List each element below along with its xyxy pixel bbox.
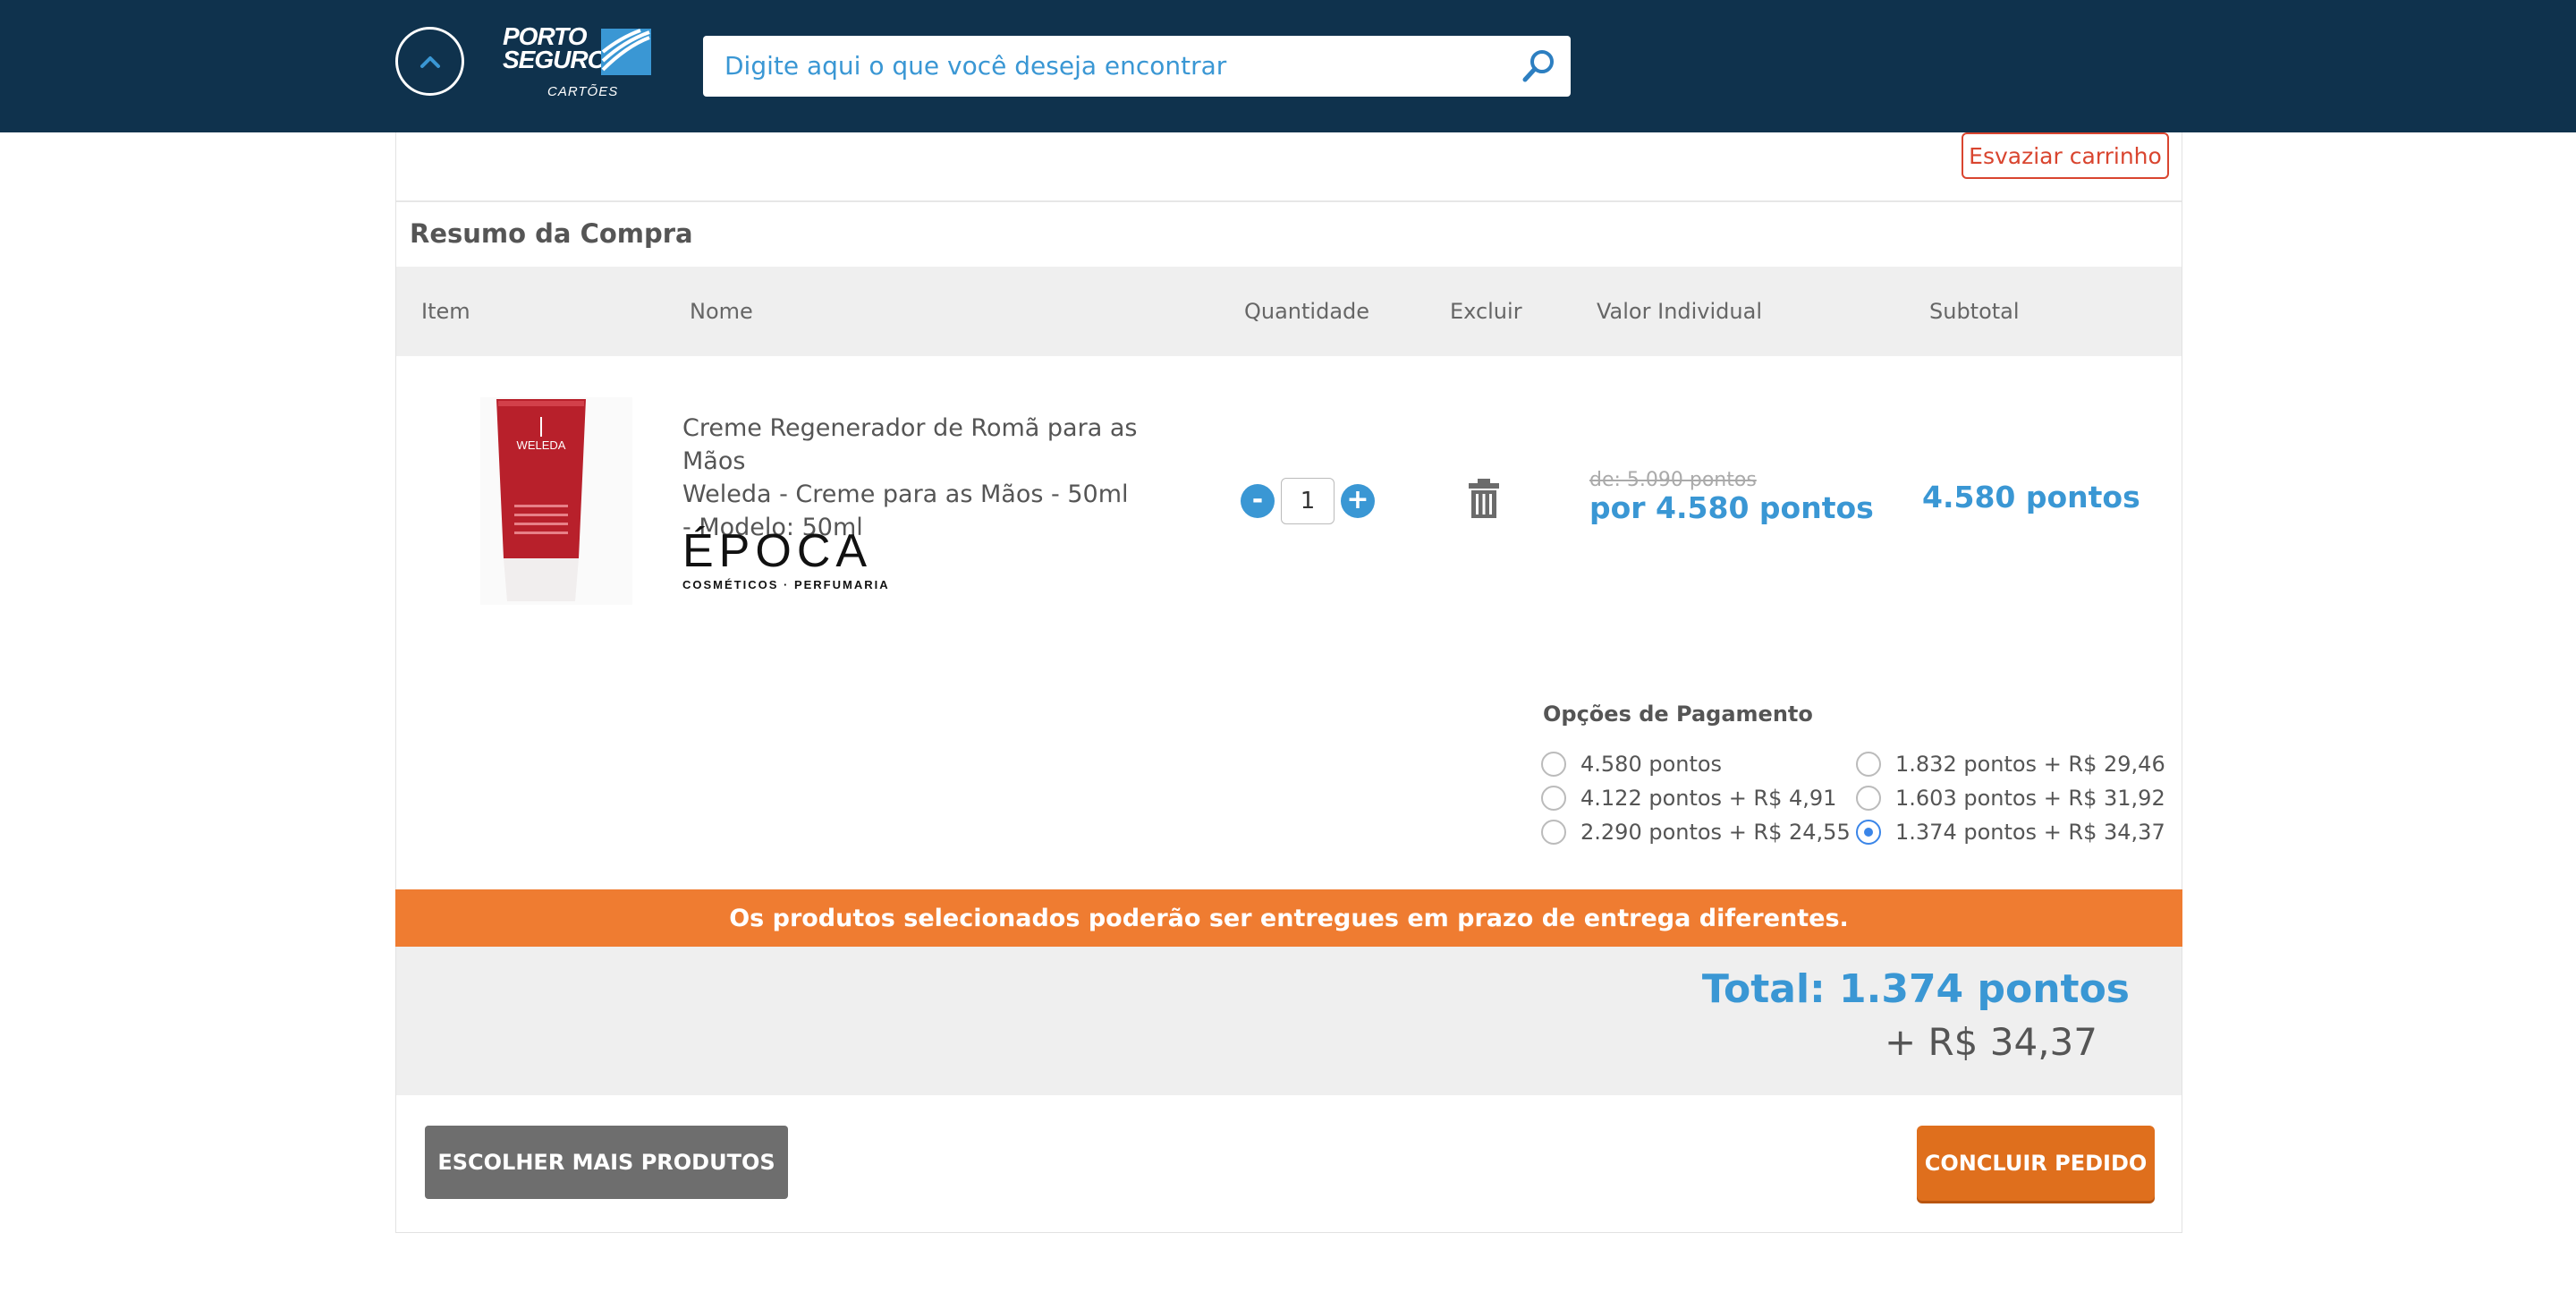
top-header: PORTO SEGURO CARTÕES Digite aqui o que v…: [0, 0, 2576, 132]
column-header-item: Item: [421, 299, 470, 324]
table-header: Item Nome Quantidade Excluir Valor Indiv…: [396, 267, 2182, 356]
payment-option-4[interactable]: 1.832 pontos + R$ 29,46: [1856, 749, 2165, 779]
increase-quantity-button[interactable]: +: [1341, 484, 1375, 518]
product-name-line-2: Weleda - Creme para as Mãos - 50ml: [682, 480, 1129, 508]
product-name[interactable]: Creme Regenerador de Romã para as Mãos W…: [682, 412, 1183, 544]
total-money: + R$ 34,37: [1884, 1020, 2097, 1064]
logo-emblem-icon: [601, 29, 651, 75]
logo-text: PORTO SEGURO: [503, 22, 606, 73]
radio-button[interactable]: [1541, 786, 1566, 811]
totals-panel: Total: 1.374 pontos + R$ 34,37: [396, 947, 2182, 1095]
search-input[interactable]: Digite aqui o que você deseja encontrar: [724, 36, 1226, 97]
delivery-notice-banner: Os produtos selecionados poderão ser ent…: [395, 889, 2182, 947]
checkout-button[interactable]: CONCLUIR PEDIDO: [1917, 1126, 2155, 1201]
total-points: Total: 1.374 pontos: [1701, 966, 2130, 1012]
continue-shopping-button[interactable]: ESCOLHER MAIS PRODUTOS: [425, 1126, 788, 1199]
payment-option-2[interactable]: 4.122 pontos + R$ 4,91: [1541, 783, 1836, 813]
column-header-subtotal: Subtotal: [1929, 299, 2020, 324]
seller-logo-name: ÉPOCA: [682, 525, 873, 577]
scroll-up-button[interactable]: [395, 27, 464, 96]
chevron-up-icon: [419, 55, 440, 68]
quantity-input[interactable]: 1: [1281, 478, 1335, 524]
cart-summary-card: Esvaziar carrinho Resumo da Compra Item …: [395, 132, 2182, 1233]
payment-options-title: Opções de Pagamento: [1543, 702, 1813, 727]
radio-button-selected[interactable]: [1856, 820, 1881, 845]
payment-option-3[interactable]: 2.290 pontos + R$ 24,55: [1541, 817, 1851, 847]
discounted-price: por 4.580 pontos: [1589, 490, 1874, 525]
empty-cart-button[interactable]: Esvaziar carrinho: [1962, 132, 2169, 179]
seller-logo: ÉPOCA COSMÉTICOS · PERFUMARIA: [682, 526, 901, 591]
column-header-name: Nome: [690, 299, 753, 324]
payment-option-label: 4.580 pontos: [1580, 752, 1723, 777]
radio-button[interactable]: [1856, 786, 1881, 811]
logo-subtitle: CARTÕES: [547, 84, 619, 99]
seller-logo-subtitle: COSMÉTICOS · PERFUMARIA: [682, 578, 890, 591]
payment-option-label: 1.374 pontos + R$ 34,37: [1895, 820, 2165, 845]
radio-button[interactable]: [1541, 752, 1566, 777]
column-header-quantity: Quantidade: [1244, 299, 1370, 324]
quantity-stepper: - 1 +: [1241, 478, 1384, 526]
trash-icon[interactable]: [1466, 478, 1502, 519]
column-header-unit-price: Valor Individual: [1597, 299, 1762, 324]
payment-option-1[interactable]: 4.580 pontos: [1541, 749, 1722, 779]
payment-option-6[interactable]: 1.374 pontos + R$ 34,37: [1856, 817, 2165, 847]
porto-seguro-logo[interactable]: PORTO SEGURO CARTÕES: [503, 22, 653, 102]
radio-button[interactable]: [1541, 820, 1566, 845]
product-name-line-1: Creme Regenerador de Romã para as Mãos: [682, 414, 1138, 475]
payment-option-label: 1.603 pontos + R$ 31,92: [1895, 786, 2165, 811]
payment-option-label: 2.290 pontos + R$ 24,55: [1580, 820, 1851, 845]
payment-option-label: 4.122 pontos + R$ 4,91: [1580, 786, 1837, 811]
cart-toolbar: Esvaziar carrinho: [396, 132, 2182, 202]
decrease-quantity-button[interactable]: -: [1241, 484, 1275, 518]
payment-option-5[interactable]: 1.603 pontos + R$ 31,92: [1856, 783, 2165, 813]
payment-option-label: 1.832 pontos + R$ 29,46: [1895, 752, 2165, 777]
product-image[interactable]: WELEDA: [480, 397, 632, 605]
section-title: Resumo da Compra: [410, 218, 693, 249]
product-image-label: WELEDA: [517, 438, 566, 452]
item-subtotal: 4.580 pontos: [1922, 480, 2140, 514]
search-bar[interactable]: Digite aqui o que você deseja encontrar: [703, 36, 1571, 97]
original-price: de: 5.090 pontos: [1589, 469, 1757, 491]
column-header-delete: Excluir: [1450, 299, 1522, 324]
radio-button[interactable]: [1856, 752, 1881, 777]
search-icon[interactable]: [1519, 47, 1558, 86]
